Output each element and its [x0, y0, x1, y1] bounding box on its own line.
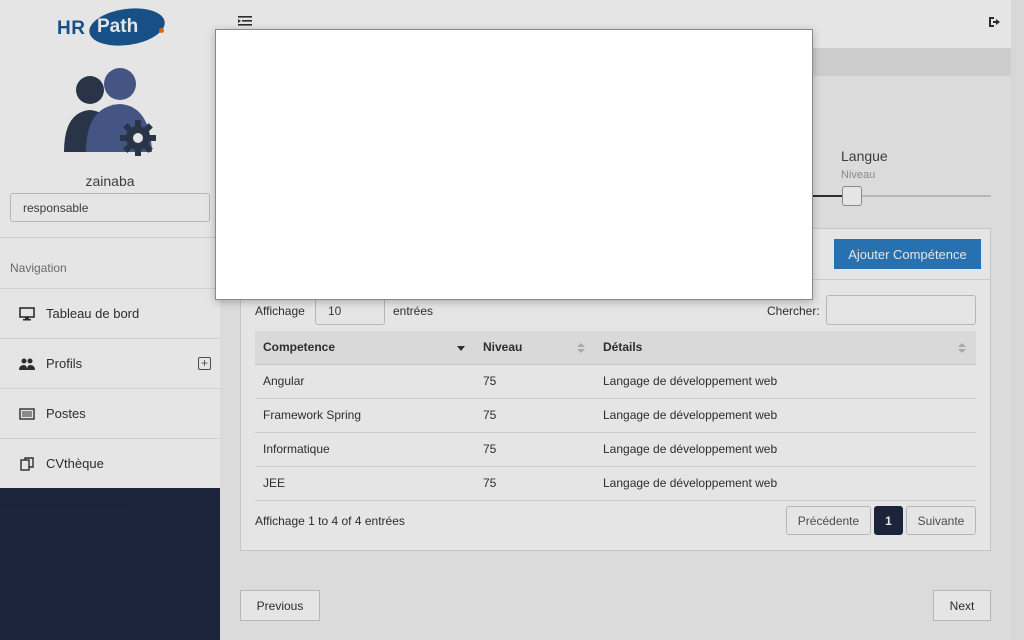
- modal-dialog: [215, 29, 813, 300]
